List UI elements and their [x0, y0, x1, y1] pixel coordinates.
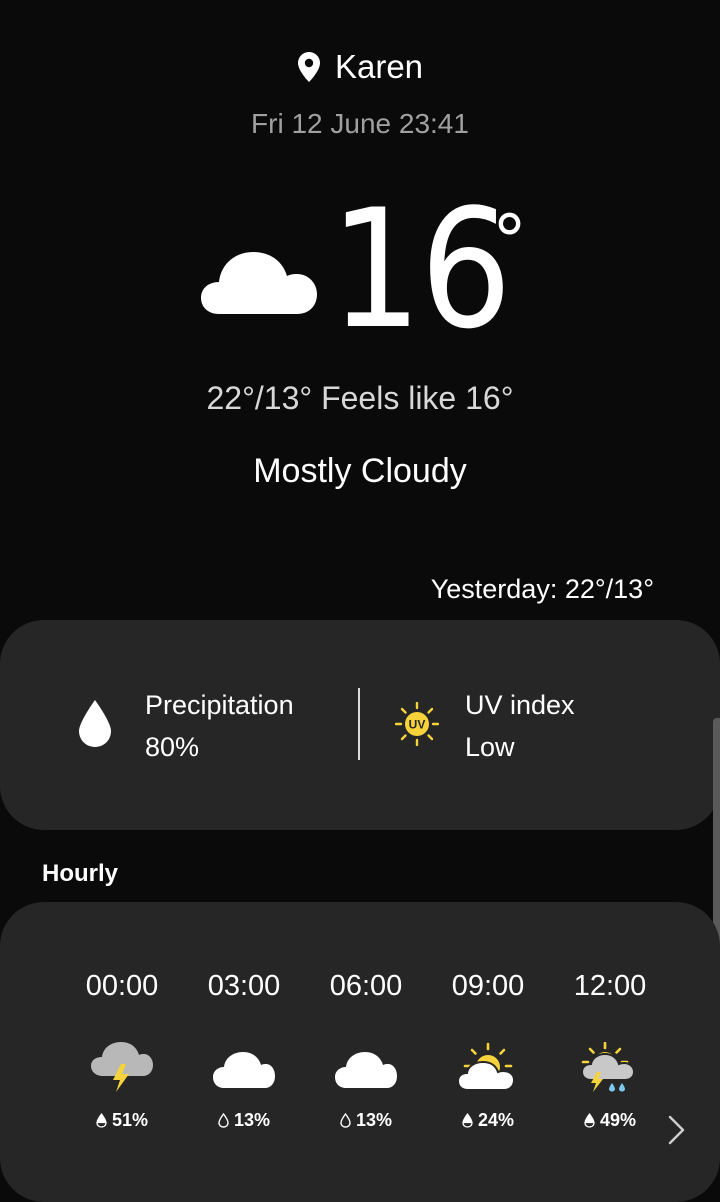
hour-precip: 13%: [305, 1110, 427, 1131]
details-divider: [358, 688, 360, 760]
location-header[interactable]: Karen: [0, 48, 720, 86]
precipitation-label: Precipitation: [145, 690, 294, 720]
hour-time: 06:00: [329, 970, 403, 1002]
chevron-right-icon[interactable]: [667, 1113, 687, 1147]
hour-time: 00:00: [85, 970, 159, 1002]
small-raindrop-icon: [584, 1113, 595, 1128]
hourly-item[interactable]: 06:00 13%: [305, 970, 427, 1140]
hour-precip-value: 13%: [233, 1110, 271, 1130]
cloud-icon: [201, 252, 317, 314]
uv-index-value: Low: [465, 732, 515, 762]
small-raindrop-icon: [462, 1113, 473, 1128]
hour-time: 09:00: [451, 970, 525, 1002]
updated-datetime: Fri 12 June 23:41: [251, 108, 469, 139]
hour-precip-value: 51%: [111, 1110, 149, 1130]
cloud-icon: [335, 1052, 397, 1088]
sun-thunder-rain-icon: [580, 1042, 636, 1092]
current-temperature: 16: [330, 174, 512, 365]
uv-sun-icon: UV: [395, 702, 439, 746]
hour-precip: 24%: [427, 1110, 549, 1131]
weather-condition: Mostly Cloudy: [253, 452, 467, 490]
raindrop-icon: [79, 700, 111, 747]
precipitation-value: 80%: [145, 732, 200, 762]
hourly-strip[interactable]: 00:00 51% 03:00 13% 06:00 13% 09:00 24% …: [61, 970, 646, 1140]
thunder-cloud-icon: [91, 1042, 153, 1092]
hour-time: 03:00: [207, 970, 281, 1002]
uv-index-label: UV index: [465, 690, 575, 720]
hourly-title: Hourly: [42, 860, 119, 887]
hi-lo-feels-like: 22°/13° Feels like 16°: [206, 380, 514, 416]
hour-precip-value: 13%: [355, 1110, 393, 1130]
small-raindrop-icon: [218, 1113, 229, 1128]
hour-time: 12:00: [573, 970, 646, 1002]
hourly-item[interactable]: 00:00 51%: [61, 970, 183, 1140]
partly-sunny-icon: [457, 1042, 516, 1091]
degree-symbol: °: [492, 200, 527, 282]
hour-precip: 51%: [61, 1110, 183, 1131]
small-raindrop-icon: [340, 1113, 351, 1128]
location-name: Karen: [334, 48, 424, 85]
hourly-item[interactable]: 12:00 49%: [549, 970, 646, 1140]
uv-badge-text: UV: [409, 718, 426, 732]
hour-precip-value: 49%: [599, 1110, 637, 1130]
hour-precip: 49%: [549, 1110, 646, 1131]
small-raindrop-icon: [96, 1113, 107, 1128]
hourly-item[interactable]: 03:00 13%: [183, 970, 305, 1140]
cloud-icon: [213, 1052, 275, 1088]
hour-precip: 13%: [183, 1110, 305, 1131]
hour-precip-value: 24%: [477, 1110, 515, 1130]
yesterday-temps: Yesterday: 22°/13°: [430, 574, 654, 604]
location-pin-icon: [297, 52, 320, 82]
hourly-item[interactable]: 09:00 24%: [427, 970, 549, 1140]
